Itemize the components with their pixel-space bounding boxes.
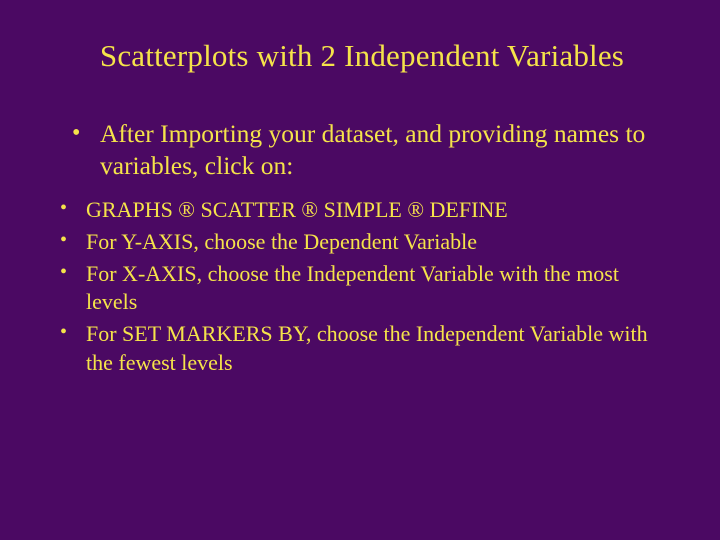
secondary-bullet-item: GRAPHS ® SCATTER ® SIMPLE ® DEFINE (60, 196, 672, 224)
secondary-bullet-item: For Y-AXIS, choose the Dependent Variabl… (60, 228, 672, 256)
primary-bullet-list: After Importing your dataset, and provid… (72, 118, 672, 182)
secondary-bullet-list: GRAPHS ® SCATTER ® SIMPLE ® DEFINE For Y… (60, 196, 672, 377)
primary-bullet-item: After Importing your dataset, and provid… (72, 118, 672, 182)
secondary-bullet-item: For X-AXIS, choose the Independent Varia… (60, 260, 672, 316)
secondary-bullet-item: For SET MARKERS BY, choose the Independe… (60, 320, 672, 376)
slide-title: Scatterplots with 2 Independent Variable… (52, 38, 672, 74)
